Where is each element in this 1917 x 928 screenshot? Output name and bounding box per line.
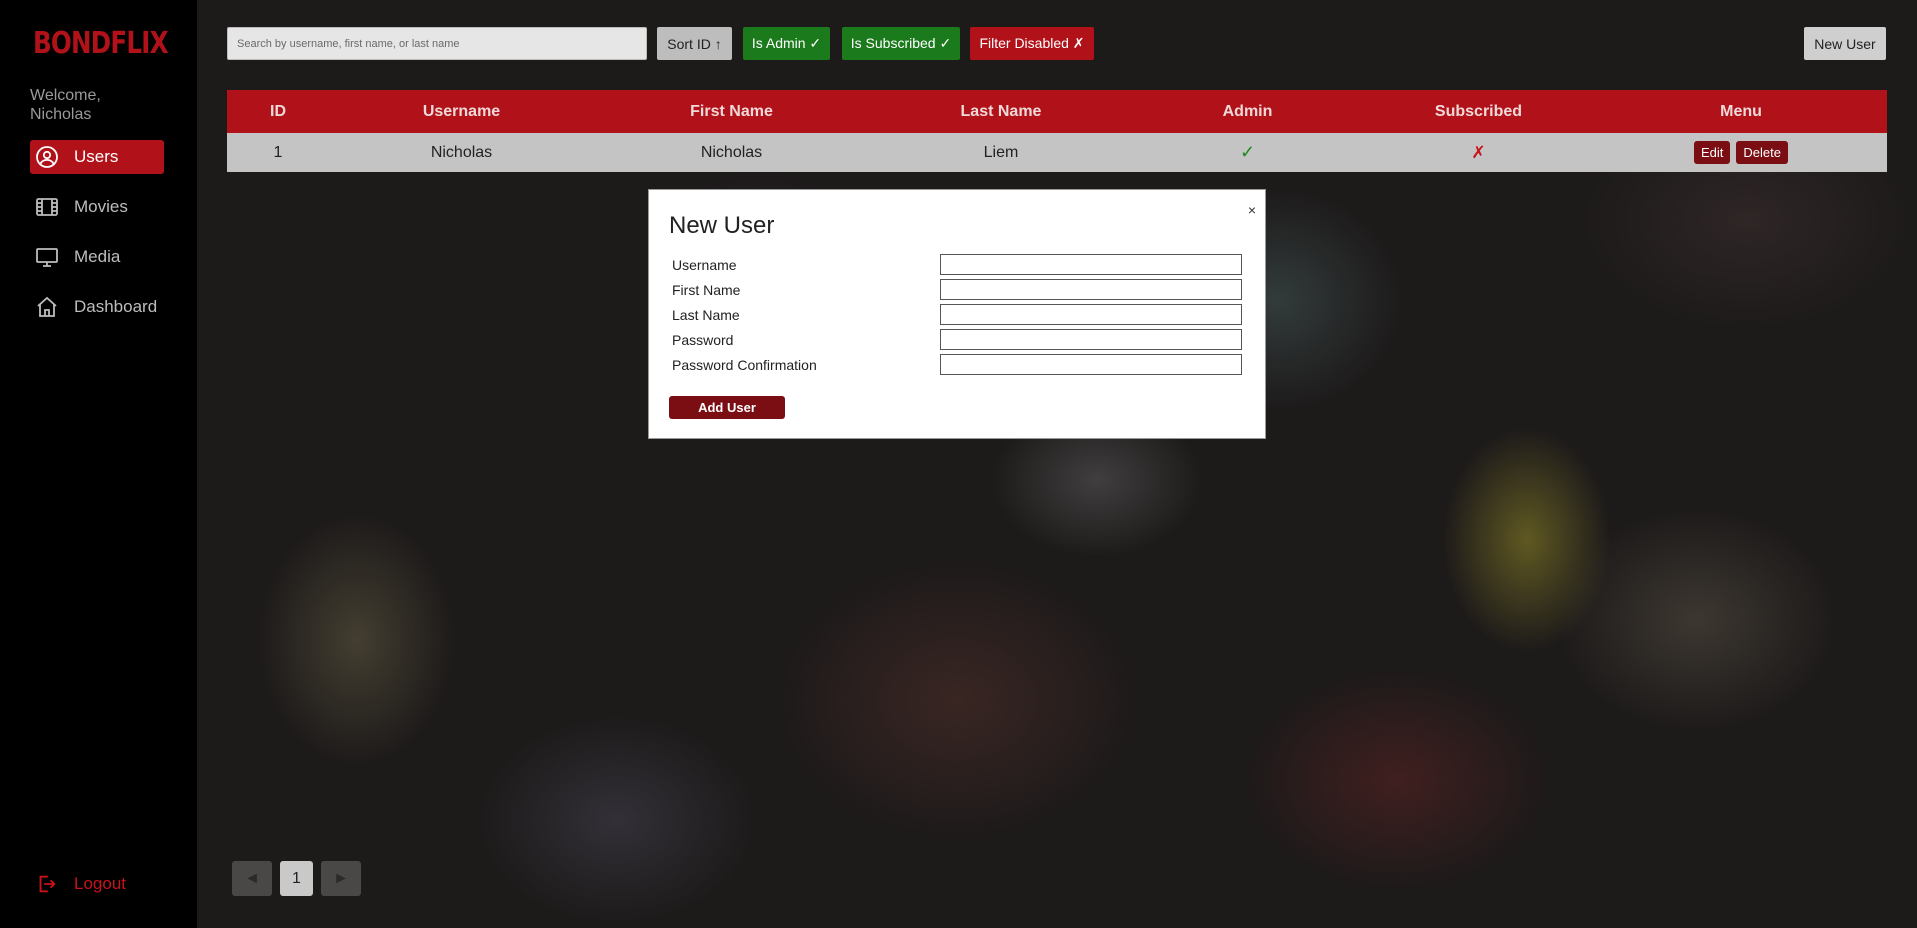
monitor-icon	[36, 248, 58, 267]
first-name-field[interactable]	[940, 279, 1242, 300]
column-header-last-name[interactable]: Last Name	[869, 90, 1133, 133]
column-header-subscribed[interactable]: Subscribed	[1362, 90, 1595, 133]
is-subscribed-filter-button[interactable]: Is Subscribed ✓	[842, 27, 960, 60]
form-row-last-name: Last Name	[672, 302, 1242, 327]
column-header-menu: Menu	[1720, 102, 1762, 120]
modal-title: New User	[669, 212, 775, 239]
table-row: 1 Nicholas Nicholas Liem ✓ ✗ Edit Delete	[227, 133, 1887, 172]
sort-button[interactable]: Sort ID ↑	[657, 27, 732, 60]
sidebar-item-movies[interactable]: Movies	[30, 190, 164, 224]
password-label: Password	[672, 331, 734, 348]
film-icon	[36, 198, 58, 216]
new-user-button[interactable]: New User	[1804, 27, 1886, 60]
table-header: ID Username First Name Last Name Admin S…	[227, 90, 1887, 133]
new-user-modal: New User × Username First Name Last Name…	[648, 189, 1266, 439]
new-user-form: Username First Name Last Name Password P…	[672, 252, 1242, 377]
sidebar-item-users[interactable]: Users	[30, 140, 164, 174]
filter-toggle-button[interactable]: Filter Disabled ✗	[970, 27, 1094, 60]
add-user-button[interactable]: Add User	[669, 396, 785, 419]
is-admin-filter-button[interactable]: Is Admin ✓	[743, 27, 830, 60]
pagination: ◄ 1 ►	[232, 861, 369, 896]
form-row-password: Password	[672, 327, 1242, 352]
username-field[interactable]	[940, 254, 1242, 275]
row-menu: Edit Delete	[1595, 133, 1887, 172]
logout-label: Logout	[74, 874, 126, 893]
column-header-admin[interactable]: Admin	[1133, 90, 1362, 133]
password-confirmation-field[interactable]	[940, 354, 1242, 375]
sidebar-item-label: Users	[74, 147, 119, 166]
subscribed-cross-icon: ✗	[1471, 142, 1486, 162]
prev-page-button[interactable]: ◄	[232, 861, 272, 896]
password-confirmation-label: Password Confirmation	[672, 356, 817, 373]
page-1-button[interactable]: 1	[280, 861, 313, 896]
logout-icon	[39, 875, 56, 893]
cell-first-name: Nicholas	[700, 143, 763, 161]
app-logo[interactable]: BONDFLIX	[33, 26, 169, 61]
search-input[interactable]	[227, 27, 647, 60]
next-page-button[interactable]: ►	[321, 861, 361, 896]
column-header-username[interactable]: Username	[329, 90, 594, 133]
last-name-field[interactable]	[940, 304, 1242, 325]
first-name-label: First Name	[672, 281, 741, 298]
column-header-id[interactable]: ID	[227, 90, 329, 133]
sidebar-nav: Users Movies Media Dashboard	[30, 140, 164, 340]
cell-id: 1	[273, 143, 283, 161]
form-row-username: Username	[672, 252, 1242, 277]
sidebar-item-media[interactable]: Media	[30, 240, 164, 274]
sidebar-item-label: Dashboard	[74, 297, 158, 316]
close-icon[interactable]: ×	[1248, 202, 1256, 218]
form-row-password-confirmation: Password Confirmation	[672, 352, 1242, 377]
users-table: ID Username First Name Last Name Admin S…	[227, 90, 1887, 172]
password-field[interactable]	[940, 329, 1242, 350]
admin-check-icon: ✓	[1239, 142, 1256, 162]
username-label: Username	[672, 256, 737, 273]
sidebar: BONDFLIX Welcome, Nicholas Users Movies …	[0, 0, 197, 928]
logout-button[interactable]: Logout	[35, 873, 126, 895]
column-header-first-name[interactable]: First Name	[594, 90, 869, 133]
home-icon	[37, 296, 57, 317]
main-content: Sort ID ↑ Is Admin ✓ Is Subscribed ✓ Fil…	[197, 0, 1917, 928]
last-name-label: Last Name	[672, 306, 740, 323]
cell-username: Nicholas	[430, 143, 493, 161]
sidebar-item-label: Movies	[74, 197, 128, 216]
sidebar-item-dashboard[interactable]: Dashboard	[30, 290, 164, 324]
welcome-text: Welcome, Nicholas	[30, 87, 101, 123]
edit-button[interactable]: Edit	[1694, 141, 1731, 164]
form-row-first-name: First Name	[672, 277, 1242, 302]
user-circle-icon	[36, 146, 58, 168]
delete-button[interactable]: Delete	[1736, 141, 1788, 164]
sidebar-item-label: Media	[74, 247, 121, 266]
cell-last-name: Liem	[983, 143, 1019, 161]
